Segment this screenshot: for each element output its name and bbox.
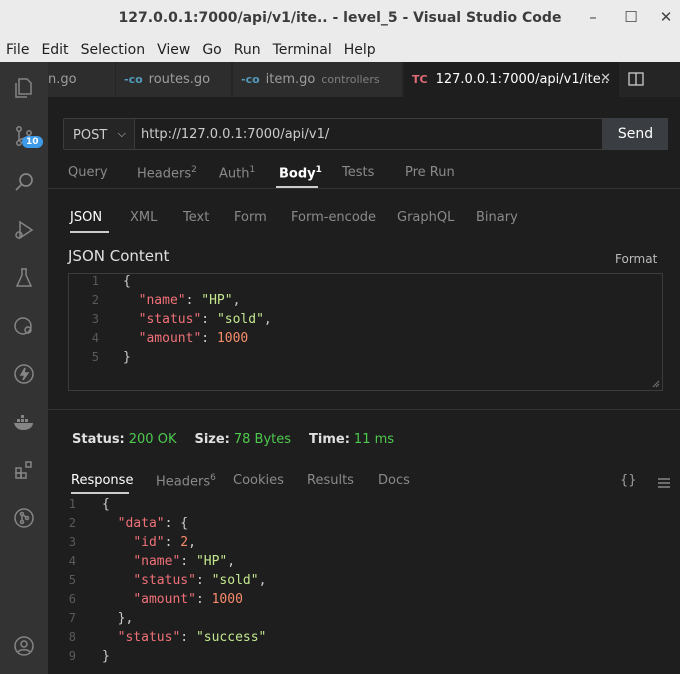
tab-label: routes.go (148, 72, 211, 87)
size-value: 78 Bytes (233, 432, 292, 447)
url-input[interactable]: http://127.0.0.1:7000/api/v1/ (135, 118, 603, 150)
auth-count: 1 (249, 165, 256, 175)
response-headers-count: 6 (210, 473, 216, 483)
close-tab-icon[interactable]: ✕ (600, 71, 611, 86)
braces-icon[interactable]: {} (620, 473, 637, 488)
headers-count: 2 (191, 165, 197, 175)
tab-docs[interactable]: Docs (378, 473, 410, 488)
tab-routes-go[interactable]: -co routes.go (116, 62, 232, 97)
tab-headers[interactable]: Headers2 (137, 165, 197, 181)
run-debug-icon[interactable] (0, 210, 48, 250)
size-label: Size: (194, 432, 230, 447)
body-type-tabs: JSON XML Text Form Form-encode GraphQL B… (70, 210, 670, 230)
source-control-icon[interactable]: 10 (0, 116, 48, 156)
divider (48, 409, 680, 410)
body-tab-underline (276, 186, 318, 188)
activity-bar: 10 (0, 62, 48, 674)
tab-cookies[interactable]: Cookies (233, 473, 284, 488)
tab-label: 127.0.0.1:7000/api/v1/ite.. (435, 72, 609, 87)
menu-selection[interactable]: Selection (81, 42, 146, 58)
extensions-icon[interactable] (0, 450, 48, 490)
go-file-icon: -co (124, 73, 143, 86)
body-tab-json[interactable]: JSON (70, 210, 102, 225)
json-content-label: JSON Content (68, 247, 170, 265)
line-number: 5 (91, 350, 99, 364)
response-tabs: Response Headers6 Cookies Results Docs (71, 473, 671, 495)
body-tab-binary[interactable]: Binary (476, 210, 518, 225)
search-icon[interactable] (0, 162, 48, 202)
thunder-client-tab-icon: TC (412, 73, 428, 86)
divider (48, 188, 680, 189)
time-label: Time: (309, 432, 350, 447)
method-select[interactable]: POST ⌵ (63, 118, 135, 150)
split-editor-icon[interactable] (627, 70, 645, 88)
tab-tests[interactable]: Tests (342, 165, 374, 180)
status-label: Status: (72, 432, 125, 447)
response-body: 1{ 2 "data": { 3 "id": 2, 4 "name": "HP"… (68, 497, 267, 664)
tab-auth[interactable]: Auth1 (219, 165, 255, 181)
body-count: 1 (315, 165, 322, 175)
tab-body[interactable]: Body1 (279, 165, 322, 181)
request-url-bar: POST ⌵ http://127.0.0.1:7000/api/v1/ Sen… (63, 118, 668, 150)
tab-pre-run[interactable]: Pre Run (405, 165, 455, 180)
title-bar: 127.0.0.1:7000/api/v1/ite.. - level_5 - … (0, 0, 680, 38)
menu-edit[interactable]: Edit (41, 42, 68, 58)
response-tab-underline (71, 492, 129, 494)
line-number: 3 (91, 312, 99, 326)
menu-terminal[interactable]: Terminal (273, 42, 332, 58)
menu-view[interactable]: View (157, 42, 190, 58)
line-number: 2 (91, 293, 99, 307)
chevron-down-icon: ⌵ (117, 127, 126, 140)
tab-item-go[interactable]: -co item.go controllers (233, 62, 403, 97)
explorer-icon[interactable] (0, 68, 48, 108)
minimize-button[interactable]: – (581, 8, 605, 26)
body-tab-text[interactable]: Text (183, 210, 209, 225)
maximize-button[interactable]: ☐ (619, 8, 643, 26)
tab-description: controllers (321, 73, 380, 86)
response-status-line: Status: 200 OK Size: 78 Bytes Time: 11 ms (72, 432, 394, 447)
remote-icon[interactable] (0, 306, 48, 346)
editor-tab-bar: n.go -co routes.go -co item.go controlle… (48, 62, 680, 97)
request-tabs: Query Headers2 Auth1 Body1 Tests Pre Run (68, 165, 668, 189)
close-window-button[interactable]: ✕ (654, 8, 678, 26)
thunder-client-panel: POST ⌵ http://127.0.0.1:7000/api/v1/ Sen… (48, 97, 680, 674)
line-number: 4 (91, 331, 99, 345)
account-icon[interactable] (0, 626, 48, 666)
go-file-icon: -co (241, 73, 260, 86)
window-title: 127.0.0.1:7000/api/v1/ite.. - level_5 - … (118, 10, 562, 26)
word-wrap-icon[interactable] (657, 477, 671, 489)
tab-query[interactable]: Query (68, 165, 108, 180)
line-number: 1 (91, 274, 99, 288)
menu-bar: File Edit Selection View Go Run Terminal… (0, 38, 680, 62)
git-graph-icon[interactable] (0, 498, 48, 538)
menu-file[interactable]: File (6, 42, 29, 58)
menu-run[interactable]: Run (234, 42, 261, 58)
send-button[interactable]: Send (603, 118, 668, 150)
format-button[interactable]: Format (615, 252, 657, 266)
body-tab-form[interactable]: Form (234, 210, 267, 225)
body-tab-xml[interactable]: XML (130, 210, 157, 225)
docker-icon[interactable] (0, 402, 48, 442)
menu-help[interactable]: Help (344, 42, 376, 58)
body-tab-form-encode[interactable]: Form-encode (291, 210, 376, 225)
testing-icon[interactable] (0, 258, 48, 298)
tab-label: item.go (265, 72, 316, 87)
body-tab-graphql[interactable]: GraphQL (397, 210, 454, 225)
method-value: POST (73, 128, 108, 143)
tab-main-go[interactable]: n.go (48, 62, 116, 97)
tab-response-headers[interactable]: Headers6 (156, 473, 216, 489)
json-body-editor[interactable]: 1{ 2 "name": "HP", 3 "status": "sold", 4… (68, 273, 663, 391)
thunder-client-icon[interactable] (0, 354, 48, 394)
tab-response[interactable]: Response (71, 473, 133, 488)
json-tab-underline (70, 231, 109, 233)
tab-thunder-request[interactable]: TC 127.0.0.1:7000/api/v1/ite.. ✕ (404, 62, 620, 97)
time-value: 11 ms (353, 432, 395, 447)
menu-go[interactable]: Go (202, 42, 221, 58)
tab-label: n.go (48, 72, 77, 87)
status-value: 200 OK (128, 432, 177, 447)
resize-handle-icon[interactable] (652, 380, 660, 388)
tab-results[interactable]: Results (307, 473, 354, 488)
scm-badge: 10 (22, 136, 43, 148)
